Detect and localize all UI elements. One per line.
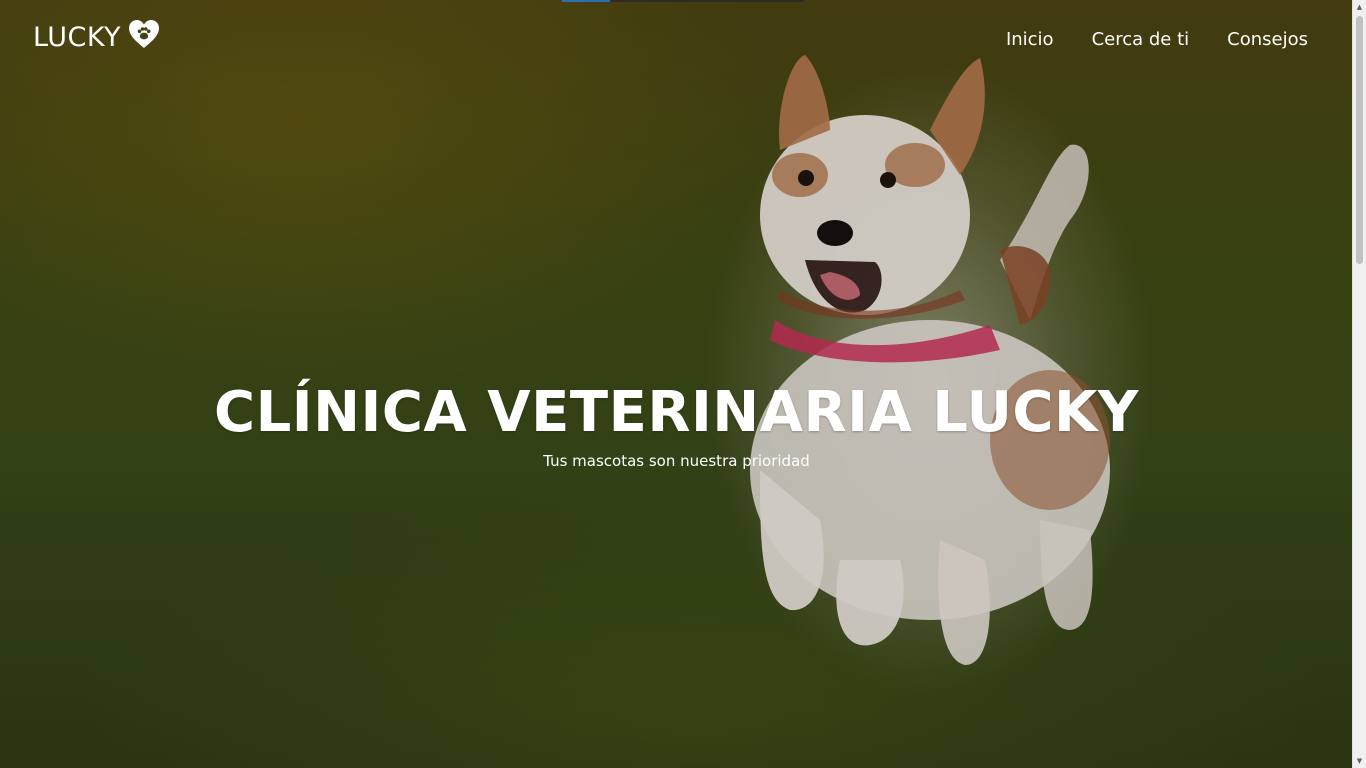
page: LUCKY Inicio Cerca de ti Consejos CLÍNIC… (0, 0, 1366, 768)
hero-title: CLÍNICA VETERINARIA LUCKY (214, 380, 1139, 445)
nav-link-consejos[interactable]: Consejos (1227, 29, 1308, 50)
heart-paw-icon (129, 19, 160, 48)
scrollbar-thumb[interactable] (1356, 16, 1363, 264)
nav-links: Inicio Cerca de ti Consejos (1006, 29, 1308, 50)
navbar: LUCKY Inicio Cerca de ti Consejos (0, 0, 1353, 80)
brand-link[interactable]: LUCKY (33, 19, 161, 53)
brand-name: LUCKY (33, 22, 122, 53)
nav-link-cerca-de-ti[interactable]: Cerca de ti (1092, 29, 1190, 50)
page-scrollbar[interactable]: ▲ ▼ (1352, 0, 1366, 768)
hero-subtitle: Tus mascotas son nuestra prioridad (543, 452, 810, 470)
nav-link-inicio[interactable]: Inicio (1006, 29, 1054, 50)
scroll-down-arrow-icon[interactable]: ▼ (1353, 754, 1366, 768)
scroll-up-arrow-icon[interactable]: ▲ (1353, 0, 1366, 14)
